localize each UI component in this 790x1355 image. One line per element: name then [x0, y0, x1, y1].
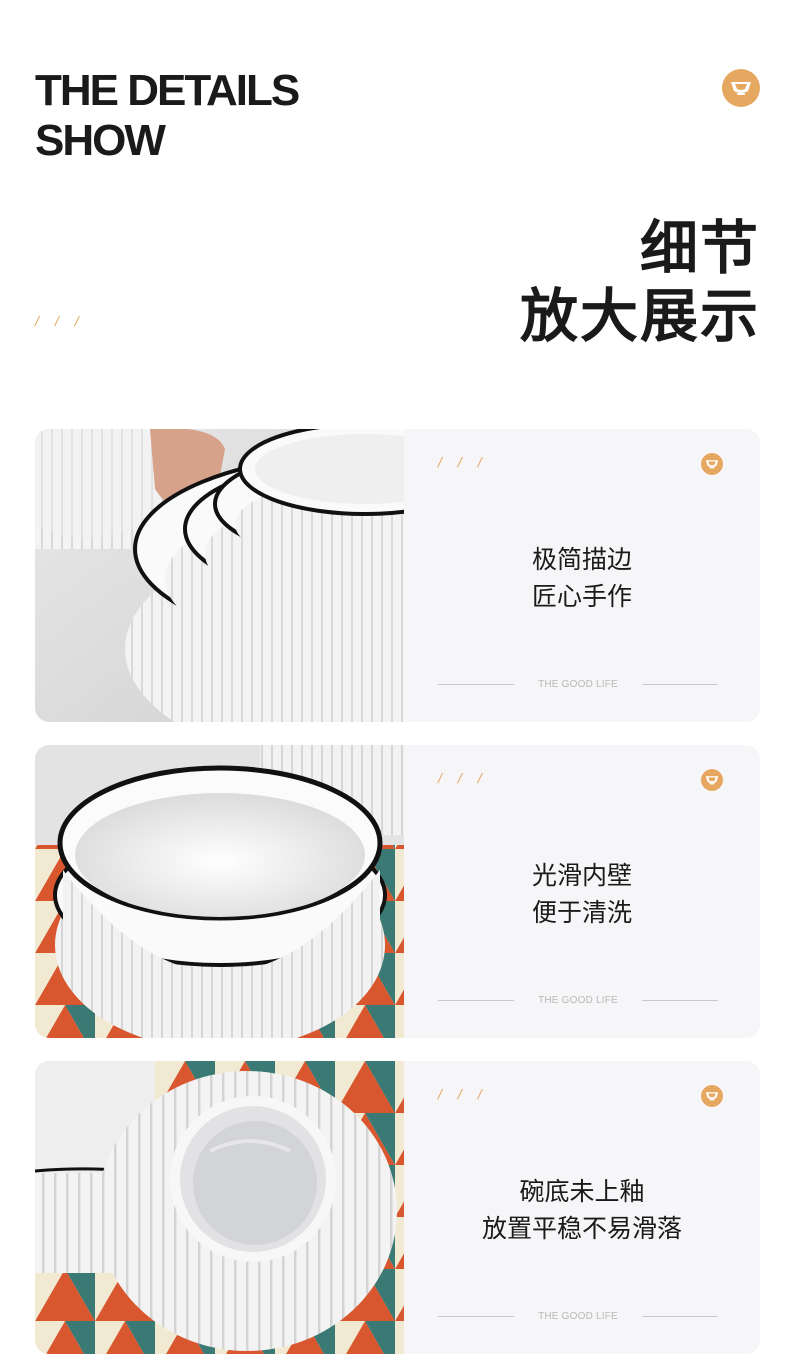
bowl-logo-icon	[722, 69, 760, 107]
tagline-row: THE GOOD LIFE	[438, 677, 718, 691]
card-info-panel: / / / 碗底未上釉 放置平稳不易滑落 THE GOOD LIFE	[404, 1061, 760, 1354]
tagline: THE GOOD LIFE	[538, 994, 618, 1006]
divider-line	[642, 999, 718, 1001]
bowl-logo-icon	[701, 1085, 723, 1107]
card-caption: 碗底未上釉 放置平稳不易滑落	[404, 1173, 760, 1247]
bowl-logo-icon	[701, 769, 723, 791]
caption-line-2: 便于清洗	[531, 898, 632, 927]
tagline-row: THE GOOD LIFE	[438, 1309, 718, 1323]
bowl-interior-photo	[35, 745, 404, 1038]
divider-line	[642, 1315, 718, 1317]
section-headline: 细节 放大展示	[520, 214, 760, 350]
divider-line	[642, 683, 718, 685]
caption-line-1: 极简描边	[531, 545, 632, 574]
card-caption: 光滑内壁 便于清洗	[404, 857, 760, 931]
decorative-slashes: / / /	[438, 771, 488, 785]
divider-line	[438, 683, 514, 685]
title-line-1: THE DETAILS	[35, 66, 300, 115]
detail-card-rim: / / / 极简描边 匠心手作 THE GOOD LIFE	[35, 429, 760, 722]
tagline: THE GOOD LIFE	[538, 1310, 618, 1322]
decorative-slashes: / / /	[35, 314, 85, 328]
detail-card-interior: / / / 光滑内壁 便于清洗 THE GOOD LIFE	[35, 745, 760, 1038]
bowl-bottom-photo	[35, 1061, 404, 1354]
tagline: THE GOOD LIFE	[538, 678, 618, 690]
caption-line-2: 匠心手作	[531, 582, 632, 611]
decorative-slashes: / / /	[438, 1087, 488, 1101]
title-line-2: SHOW	[35, 116, 166, 165]
caption-line-1: 光滑内壁	[531, 861, 632, 890]
divider-line	[438, 999, 514, 1001]
card-caption: 极简描边 匠心手作	[404, 541, 760, 615]
divider-line	[438, 1315, 514, 1317]
headline-line-2: 放大展示	[519, 282, 760, 350]
caption-line-1: 碗底未上釉	[519, 1177, 645, 1206]
tagline-row: THE GOOD LIFE	[438, 993, 718, 1007]
card-info-panel: / / / 极简描边 匠心手作 THE GOOD LIFE	[404, 429, 760, 722]
stacked-ribbed-bowls-photo	[35, 429, 404, 722]
headline-line-1: 细节	[639, 214, 760, 282]
caption-line-2: 放置平稳不易滑落	[481, 1214, 682, 1243]
detail-card-base: / / / 碗底未上釉 放置平稳不易滑落 THE GOOD LIFE	[35, 1061, 760, 1354]
bowl-logo-icon	[701, 453, 723, 475]
card-info-panel: / / / 光滑内壁 便于清洗 THE GOOD LIFE	[404, 745, 760, 1038]
decorative-slashes: / / /	[438, 455, 488, 469]
page-title: THE DETAILS SHOW	[35, 66, 355, 166]
